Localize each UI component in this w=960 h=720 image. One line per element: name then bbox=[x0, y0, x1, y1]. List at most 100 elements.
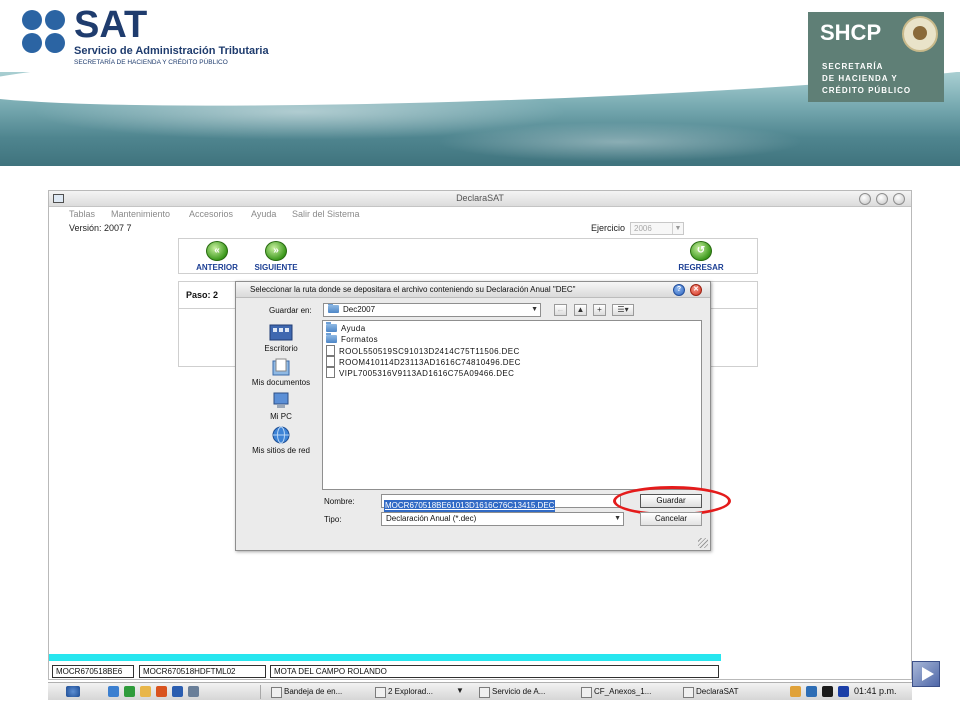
menu-mantenimiento[interactable]: Mantenimiento bbox=[111, 209, 170, 219]
regresar-button[interactable]: ↺ REGRESAR bbox=[669, 241, 733, 273]
taskbar-item-servicio[interactable]: Servicio de A... bbox=[478, 685, 545, 698]
tipo-value: Declaración Anual (*.dec) bbox=[386, 514, 477, 523]
next-slide-button[interactable] bbox=[912, 661, 940, 687]
place-mis-sitios-de-red[interactable]: Mis sitios de red bbox=[242, 426, 320, 455]
clock: 01:41 p.m. bbox=[854, 686, 897, 696]
network-globe-icon bbox=[272, 426, 290, 444]
taskbar: Bandeja de en... 2 Explorad... ▼ Servici… bbox=[48, 682, 912, 700]
place-escritorio-label: Escritorio bbox=[264, 344, 298, 353]
close-button[interactable] bbox=[893, 193, 905, 205]
status-curp: MOCR670518HDFTML02 bbox=[139, 665, 266, 678]
back-icon[interactable]: ← bbox=[554, 304, 567, 316]
folder-icon[interactable] bbox=[140, 686, 151, 697]
taskbar-item-explorador[interactable]: 2 Explorad... bbox=[374, 685, 433, 698]
window-title: DeclaraSAT bbox=[456, 193, 504, 203]
taskbar-item-bandeja[interactable]: Bandeja de en... bbox=[270, 685, 342, 698]
sat-logo: SAT Servicio de Administración Tributari… bbox=[22, 4, 312, 70]
file-icon bbox=[326, 356, 335, 367]
cancelar-button[interactable]: Cancelar bbox=[640, 512, 702, 526]
taskbar-item-cf-anexos[interactable]: CF_Anexos_1... bbox=[580, 685, 651, 698]
sat-dots-icon bbox=[22, 10, 68, 56]
menu-tablas[interactable]: Tablas bbox=[69, 209, 95, 219]
place-mi-pc-label: Mi PC bbox=[270, 412, 292, 421]
anterior-button[interactable]: « ANTERIOR bbox=[185, 241, 249, 273]
save-dialog: Seleccionar la ruta donde se depositara … bbox=[235, 281, 731, 551]
tray-notification-icon[interactable] bbox=[790, 686, 801, 697]
taskbar-item-declarasat[interactable]: DeclaraSAT bbox=[682, 685, 739, 698]
national-seal-icon bbox=[902, 16, 938, 52]
places-bar: Escritorio Mis documentos Mi PC Mis siti… bbox=[242, 318, 320, 468]
shcp-line-3: CRÉDITO PÚBLICO bbox=[822, 86, 912, 95]
place-mis-documentos[interactable]: Mis documentos bbox=[242, 358, 320, 387]
paso-label: Paso: 2 bbox=[186, 290, 219, 300]
dialog-close-button[interactable]: ✕ bbox=[690, 284, 702, 296]
browser-icon[interactable] bbox=[108, 686, 119, 697]
shcp-wordmark: SHCP bbox=[820, 20, 882, 45]
list-item[interactable]: Ayuda bbox=[326, 322, 366, 334]
menu-salir[interactable]: Salir del Sistema bbox=[292, 209, 360, 219]
file-name: VIPL7005316V9113AD1616C75A09466.DEC bbox=[339, 369, 515, 378]
word-icon[interactable] bbox=[172, 686, 183, 697]
place-mis-sitios-de-red-label: Mis sitios de red bbox=[252, 446, 310, 455]
chevron-down-icon: ▼ bbox=[614, 515, 621, 522]
tipo-label: Tipo: bbox=[324, 515, 342, 524]
ejercicio-value: 2006 bbox=[634, 224, 652, 233]
up-folder-icon[interactable]: ▲ bbox=[574, 304, 587, 316]
chat-icon[interactable] bbox=[124, 686, 135, 697]
desktop-icon bbox=[269, 324, 293, 341]
version-bar: Versión: 2007 7 Ejercicio 2006 ▼ bbox=[49, 221, 911, 235]
place-escritorio[interactable]: Escritorio bbox=[242, 324, 320, 353]
version-label: Versión: 2007 7 bbox=[69, 223, 132, 233]
help-button[interactable]: ? bbox=[673, 284, 685, 296]
folder-formatos-label: Formatos bbox=[341, 335, 378, 344]
caret-down-icon[interactable]: ▼ bbox=[456, 687, 464, 695]
list-item[interactable]: VIPL7005316V9113AD1616C75A09466.DEC bbox=[326, 367, 514, 378]
sat-ministry: SECRETARÍA DE HACIENDA Y CRÉDITO PÚBLICO bbox=[74, 59, 228, 66]
new-folder-icon[interactable]: + bbox=[593, 304, 606, 316]
nombre-value: MOCR670518BE61013D1616C76C13415.DEC bbox=[384, 500, 556, 512]
dialog-titlebar[interactable]: Seleccionar la ruta donde se depositara … bbox=[236, 282, 710, 298]
shcp-line-2: DE HACIENDA Y bbox=[822, 74, 898, 83]
nombre-input[interactable]: MOCR670518BE61013D1616C76C13415.DEC bbox=[381, 494, 621, 512]
list-item[interactable]: ROOM410114D23113AD1616C74810496.DEC bbox=[326, 356, 521, 367]
list-item[interactable]: Formatos bbox=[326, 333, 378, 345]
file-icon bbox=[326, 367, 335, 378]
place-mis-documentos-label: Mis documentos bbox=[251, 378, 311, 387]
anterior-label: ANTERIOR bbox=[196, 263, 238, 272]
siguiente-button[interactable]: » SIGUIENTE bbox=[244, 241, 308, 273]
window-icon[interactable] bbox=[188, 686, 199, 697]
sat-wordmark: SAT bbox=[74, 4, 148, 46]
file-name: ROOL550519SC91013D2414C75T11506.DEC bbox=[339, 347, 520, 356]
file-icon bbox=[326, 345, 335, 356]
status-rfc: MOCR670518BE6 bbox=[52, 665, 134, 678]
menu-ayuda[interactable]: Ayuda bbox=[251, 209, 276, 219]
resize-grip[interactable] bbox=[698, 538, 708, 548]
view-menu-icon[interactable]: ☰▾ bbox=[612, 304, 634, 316]
powerpoint-icon[interactable] bbox=[156, 686, 167, 697]
shcp-logo: SHCP SECRETARÍA DE HACIENDA Y CRÉDITO PÚ… bbox=[808, 12, 944, 102]
guardar-en-value: Dec2007 bbox=[343, 305, 376, 314]
folder-icon bbox=[326, 333, 337, 343]
guardar-en-select[interactable]: Dec2007 ▼ bbox=[323, 303, 541, 317]
tray-phone-icon[interactable] bbox=[806, 686, 817, 697]
start-apple-icon[interactable] bbox=[66, 686, 80, 697]
maximize-button[interactable] bbox=[876, 193, 888, 205]
documents-folder-icon bbox=[272, 358, 290, 376]
progress-bar bbox=[49, 654, 721, 661]
window-titlebar[interactable]: DeclaraSAT bbox=[49, 191, 911, 207]
return-icon: ↺ bbox=[690, 241, 712, 261]
menu-accesorios[interactable]: Accesorios bbox=[189, 209, 233, 219]
chevron-down-icon: ▼ bbox=[672, 223, 683, 234]
file-name: ROOM410114D23113AD1616C74810496.DEC bbox=[339, 358, 521, 367]
minimize-button[interactable] bbox=[859, 193, 871, 205]
place-mi-pc[interactable]: Mi PC bbox=[242, 392, 320, 421]
ejercicio-select[interactable]: 2006 ▼ bbox=[630, 222, 684, 235]
tipo-select[interactable]: Declaración Anual (*.dec) ▼ bbox=[381, 512, 624, 526]
dialog-title: Seleccionar la ruta donde se depositara … bbox=[250, 285, 576, 294]
list-item[interactable]: ROOL550519SC91013D2414C75T11506.DEC bbox=[326, 345, 520, 356]
chevron-down-icon: ▼ bbox=[531, 306, 538, 313]
nombre-label: Nombre: bbox=[324, 497, 355, 506]
tray-flag-icon[interactable] bbox=[838, 686, 849, 697]
tray-network-icon[interactable] bbox=[822, 686, 833, 697]
sat-name: Servicio de Administración Tributaria bbox=[74, 45, 269, 57]
